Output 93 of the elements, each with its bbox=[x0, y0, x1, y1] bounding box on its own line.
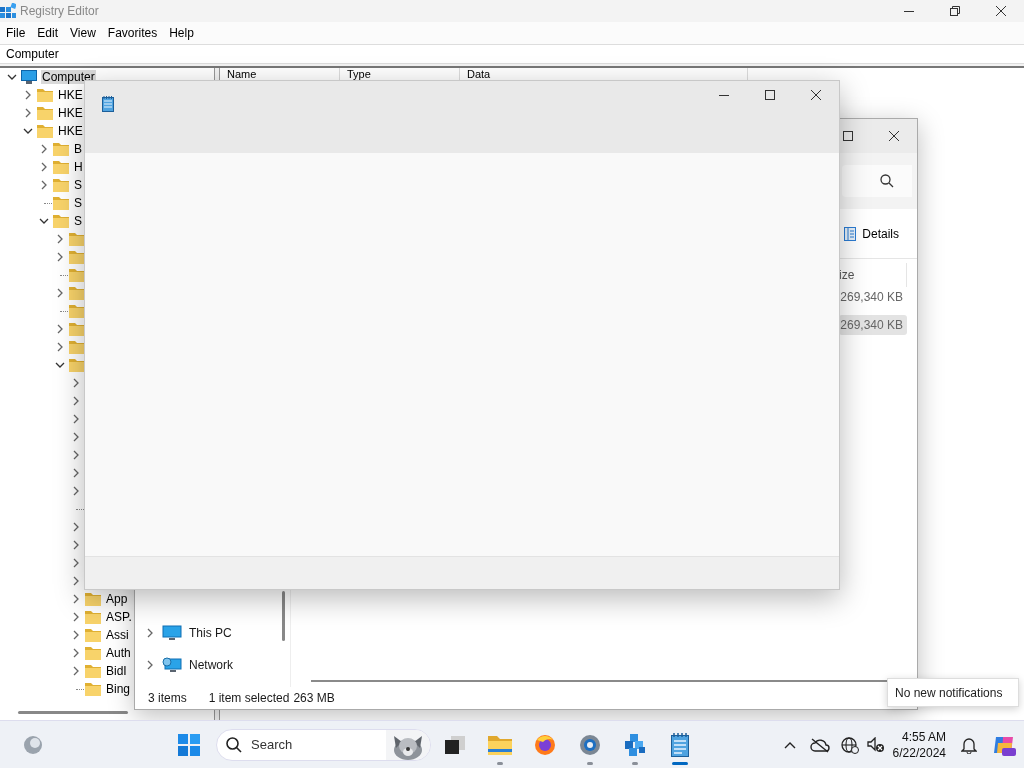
tree-item[interactable]: S bbox=[73, 214, 83, 228]
tree-item[interactable]: HKE bbox=[57, 124, 84, 138]
chevron-right-icon[interactable] bbox=[71, 432, 81, 442]
chevron-right-icon[interactable] bbox=[71, 396, 81, 406]
close-icon bbox=[996, 6, 1006, 16]
menu-item[interactable]: Help bbox=[163, 26, 200, 40]
bell-icon[interactable] bbox=[961, 735, 977, 754]
restore-icon bbox=[950, 6, 960, 16]
computer-icon bbox=[21, 70, 37, 84]
tree-item[interactable]: BidI bbox=[105, 664, 128, 678]
tree-item[interactable]: HKE bbox=[57, 106, 84, 120]
speaker-muted-icon[interactable] bbox=[866, 736, 885, 753]
close-icon bbox=[811, 90, 821, 100]
search-icon bbox=[226, 736, 242, 753]
maximize-icon bbox=[765, 90, 775, 100]
chevron-right-icon[interactable] bbox=[55, 252, 65, 262]
chevron-right-icon[interactable] bbox=[71, 450, 81, 460]
close-icon bbox=[889, 131, 899, 141]
status-text: 1 item selected bbox=[208, 691, 290, 705]
scrollbar-thumb[interactable] bbox=[18, 711, 128, 714]
chevron-right-icon[interactable] bbox=[71, 522, 81, 532]
address-field[interactable]: Computer bbox=[0, 44, 1024, 64]
chevron-right-icon[interactable] bbox=[71, 486, 81, 496]
tree-item[interactable]: Bing bbox=[105, 682, 132, 696]
status-text: 3 items bbox=[148, 691, 187, 705]
tree-item[interactable]: App bbox=[105, 592, 129, 606]
menu-item[interactable]: Favorites bbox=[101, 26, 164, 40]
gear-icon bbox=[578, 733, 601, 756]
chevron-right-icon[interactable] bbox=[71, 612, 81, 622]
chevron-right-icon[interactable] bbox=[39, 180, 49, 190]
cubes-icon bbox=[623, 733, 646, 756]
chevron-right-icon[interactable] bbox=[55, 234, 65, 244]
chevron-right-icon[interactable] bbox=[71, 468, 81, 478]
chevron-right-icon[interactable] bbox=[71, 666, 81, 676]
widget-icon bbox=[22, 734, 43, 755]
registry-icon bbox=[0, 3, 16, 19]
chevron-down-icon[interactable] bbox=[55, 360, 65, 370]
chevron-down-icon[interactable] bbox=[23, 126, 33, 136]
windows-logo-icon bbox=[177, 733, 200, 756]
search-box[interactable]: Search bbox=[216, 728, 431, 761]
chevron-right-icon[interactable] bbox=[55, 324, 65, 334]
tree-item[interactable]: Computer bbox=[41, 70, 96, 84]
computer-icon bbox=[162, 625, 182, 641]
chevron-right-icon[interactable] bbox=[39, 162, 49, 172]
nav-item[interactable]: Network bbox=[189, 658, 233, 672]
chevron-down-icon[interactable] bbox=[39, 216, 49, 226]
tree-item[interactable]: S bbox=[73, 196, 83, 210]
chevron-right-icon[interactable] bbox=[23, 108, 33, 118]
maximize-icon bbox=[843, 131, 853, 141]
window-title: Registry Editor bbox=[20, 4, 100, 18]
nav-item[interactable]: This PC bbox=[189, 626, 232, 640]
notification-tooltip: No new notifications bbox=[887, 678, 1019, 707]
menu-item[interactable]: Edit bbox=[31, 26, 65, 40]
cloud-off-icon[interactable] bbox=[809, 736, 830, 753]
details-icon bbox=[844, 226, 857, 241]
status-text: 263 MB bbox=[293, 691, 335, 705]
tree-item[interactable]: ASP. bbox=[105, 610, 133, 624]
chevron-right-icon[interactable] bbox=[71, 576, 81, 586]
tree-item[interactable]: HKE bbox=[57, 88, 84, 102]
notepad-icon bbox=[670, 732, 689, 757]
globe-icon[interactable] bbox=[840, 735, 859, 754]
chevron-right-icon[interactable] bbox=[71, 648, 81, 658]
chevron-right-icon[interactable] bbox=[39, 144, 49, 154]
chevron-right-icon[interactable] bbox=[55, 288, 65, 298]
search-icon bbox=[880, 174, 894, 188]
browser-icon bbox=[533, 733, 556, 756]
file-size-cell[interactable]: 269,340 KB bbox=[839, 287, 907, 307]
chevron-right-icon[interactable] bbox=[23, 90, 33, 100]
chevron-right-icon[interactable] bbox=[145, 660, 155, 670]
notepad-icon bbox=[102, 96, 114, 112]
clock-button[interactable]: 4:55 AM 6/22/2024 bbox=[892, 728, 946, 761]
tree-item[interactable]: S bbox=[73, 178, 83, 192]
chevron-up-icon[interactable] bbox=[783, 740, 796, 749]
chevron-right-icon[interactable] bbox=[71, 414, 81, 424]
scrollbar-thumb[interactable] bbox=[282, 591, 285, 641]
chevron-right-icon[interactable] bbox=[55, 342, 65, 352]
tree-item[interactable]: H bbox=[73, 160, 84, 174]
menu-item[interactable]: File bbox=[0, 26, 32, 40]
chevron-right-icon[interactable] bbox=[71, 540, 81, 550]
chevron-right-icon[interactable] bbox=[71, 630, 81, 640]
chevron-right-icon[interactable] bbox=[71, 558, 81, 568]
menu-item[interactable]: View bbox=[64, 26, 102, 40]
network-computer-icon bbox=[162, 657, 182, 673]
search-field[interactable] bbox=[842, 165, 912, 197]
file-size-cell[interactable]: 269,340 KB bbox=[839, 315, 907, 335]
chevron-right-icon[interactable] bbox=[71, 594, 81, 604]
tree-item[interactable]: Auth bbox=[105, 646, 132, 660]
tree-item[interactable]: Assi bbox=[105, 628, 130, 642]
tree-item[interactable]: B bbox=[73, 142, 83, 156]
chevron-right-icon[interactable] bbox=[145, 628, 155, 638]
chevron-right-icon[interactable] bbox=[71, 378, 81, 388]
chevron-down-icon[interactable] bbox=[7, 72, 17, 82]
task-view-icon bbox=[444, 735, 465, 754]
